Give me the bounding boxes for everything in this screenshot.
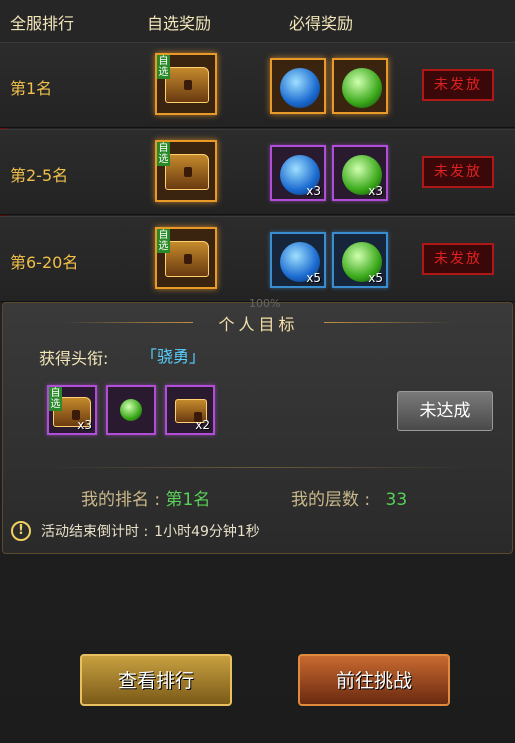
item-quantity: x3 <box>368 184 383 198</box>
title-label: 获得头衔: <box>39 349 109 368</box>
reward-item[interactable] <box>270 58 326 114</box>
my-rank-value: 第1名 <box>165 490 211 510</box>
header-rank: 全服排行 <box>10 14 75 33</box>
optional-tag: 自选 <box>157 229 170 253</box>
item-quantity: x3 <box>306 184 321 198</box>
countdown: ! 活动结束倒计时 : 1小时49分钟1秒 <box>11 521 260 541</box>
reward-item[interactable]: x3 <box>332 145 388 201</box>
reward-item[interactable]: x5 <box>332 232 388 288</box>
item-quantity: x3 <box>77 418 92 432</box>
reward-item[interactable]: x5 <box>270 232 326 288</box>
my-floor-value: 33 <box>385 490 408 510</box>
item-quantity: x2 <box>195 418 210 432</box>
green-orb-icon <box>120 399 142 421</box>
table-row: 第6-20名 自选 x5 x5 未发放 <box>0 216 515 302</box>
chest-icon <box>165 67 209 103</box>
optional-tag: 自选 <box>157 142 170 166</box>
optional-chest-item[interactable]: 自选 <box>155 227 217 289</box>
title-value: 「骁勇」 <box>141 347 206 366</box>
scroll-percent: 100% <box>249 297 281 310</box>
optional-tag: 自选 <box>49 387 62 411</box>
table-row: 第2-5名 自选 x3 x3 未发放 <box>0 129 515 215</box>
status-stamp: 未发放 <box>422 156 494 188</box>
reward-item[interactable] <box>332 58 388 114</box>
item-quantity: x5 <box>306 271 321 285</box>
rank-label: 第2-5名 <box>10 166 69 185</box>
header-guaranteed-reward: 必得奖励 <box>289 14 354 33</box>
table-header: 全服排行 自选奖励 必得奖励 <box>0 0 515 40</box>
my-rank: 我的排名 : 第1名 <box>81 485 210 510</box>
optional-chest-item[interactable]: 自选 <box>155 53 217 115</box>
status-stamp: 未发放 <box>422 243 494 275</box>
countdown-label: 活动结束倒计时 : <box>41 524 149 540</box>
reward-item[interactable]: x3 <box>270 145 326 201</box>
goal-reward-item[interactable] <box>106 385 156 435</box>
warning-icon: ! <box>11 521 31 541</box>
optional-chest-item[interactable]: 自选 <box>155 140 217 202</box>
goal-reward-item[interactable]: x2 <box>165 385 215 435</box>
chest-icon <box>165 154 209 190</box>
item-quantity: x5 <box>368 271 383 285</box>
rank-label: 第1名 <box>10 79 53 98</box>
go-challenge-button[interactable]: 前往挑战 <box>298 654 450 706</box>
my-floor-label: 我的层数 : <box>291 490 371 510</box>
green-orb-icon <box>342 68 382 108</box>
countdown-value: 1小时49分钟1秒 <box>154 524 260 540</box>
chest-icon <box>165 241 209 277</box>
ranking-panel: 全服排行 自选奖励 必得奖励 第1名 自选 未发放 第2-5名 自选 x3 x3… <box>0 0 515 743</box>
unmet-button[interactable]: 未达成 <box>397 391 493 431</box>
goal-reward-item[interactable]: 自选 x3 <box>47 385 97 435</box>
panel-title: 个人目标 <box>3 311 514 335</box>
optional-tag: 自选 <box>157 55 170 79</box>
personal-goal-panel: 100% 个人目标 获得头衔: 「骁勇」 自选 x3 x2 未达成 我的排名 :… <box>2 297 514 554</box>
blue-orb-icon <box>280 68 320 108</box>
my-floor: 我的层数 : 33 <box>291 485 407 510</box>
view-ranking-button[interactable]: 查看排行 <box>80 654 232 706</box>
rank-label: 第6-20名 <box>10 253 79 272</box>
table-row: 第1名 自选 未发放 <box>0 42 515 128</box>
status-stamp: 未发放 <box>422 69 494 101</box>
my-rank-label: 我的排名 : <box>81 490 161 510</box>
divider <box>43 467 473 468</box>
header-optional-reward: 自选奖励 <box>147 14 212 33</box>
